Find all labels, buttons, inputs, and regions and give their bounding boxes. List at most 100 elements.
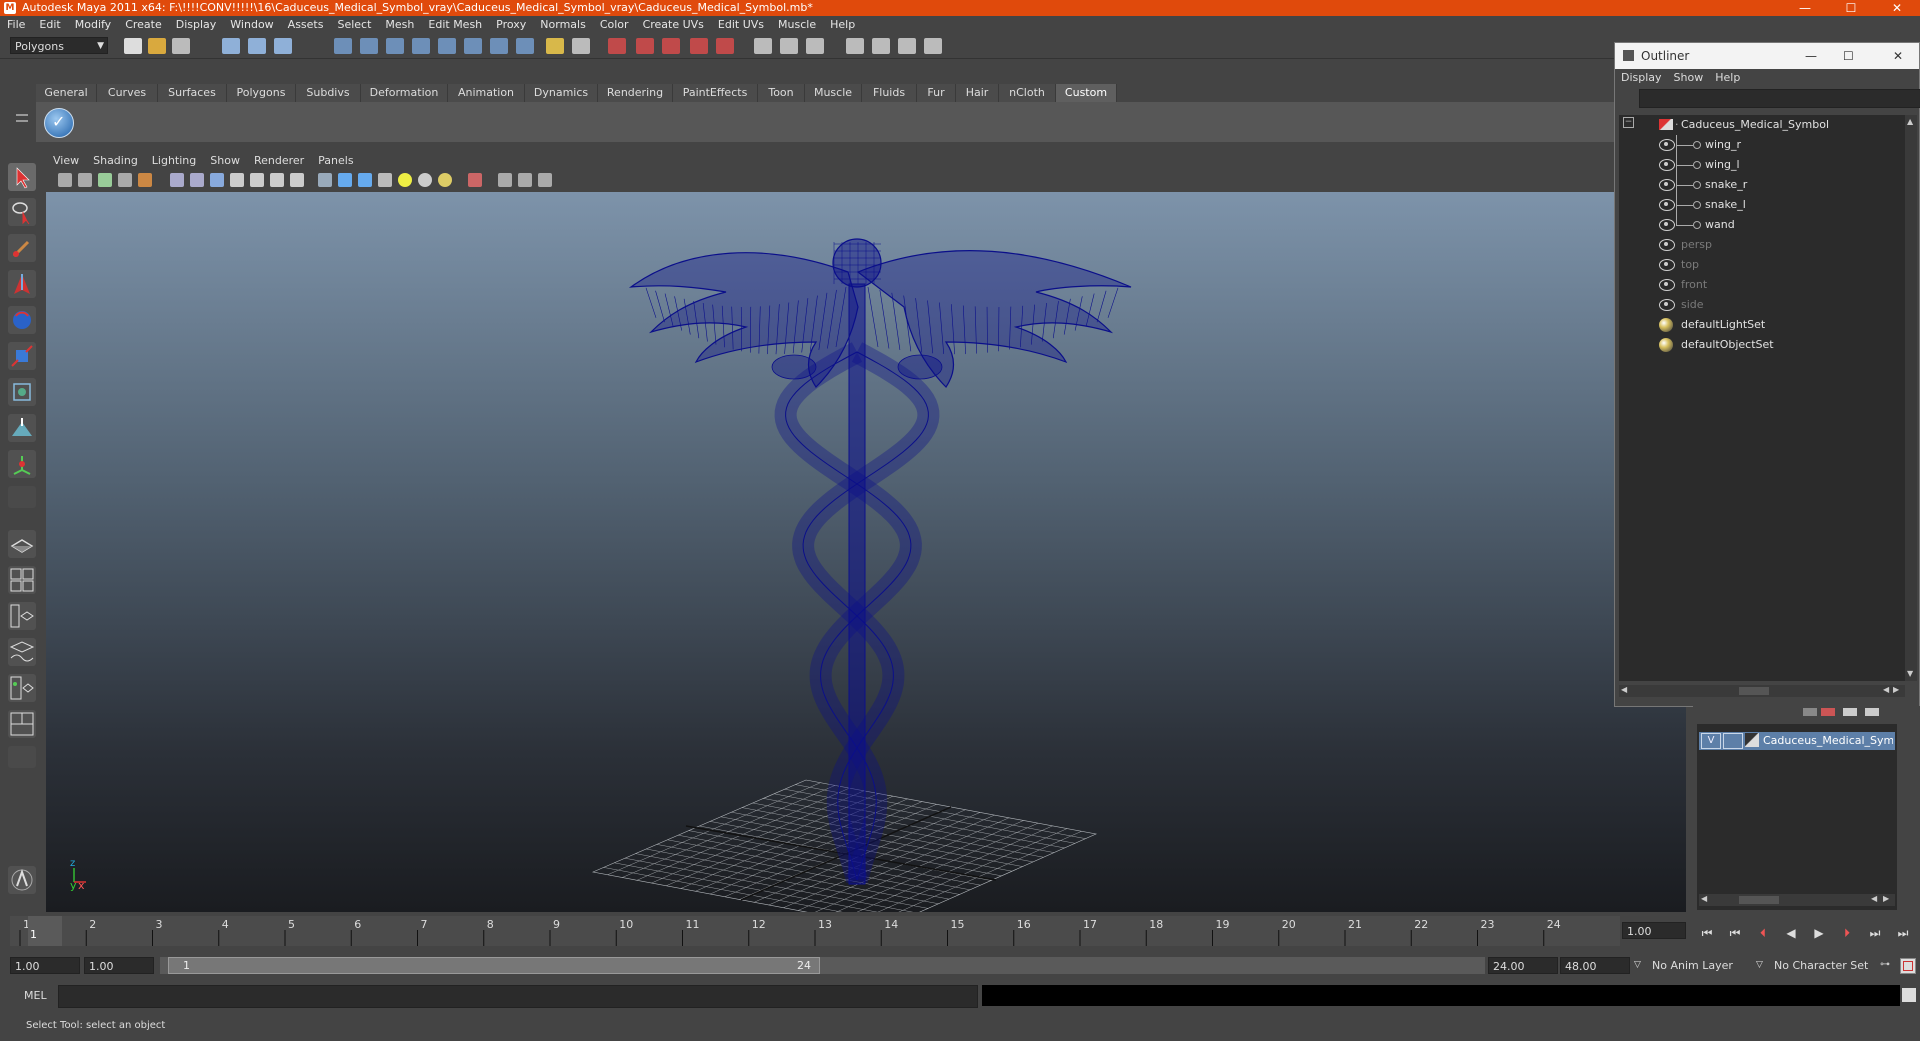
scroll-down-icon[interactable]: ▼ (1907, 669, 1913, 678)
menu-normals[interactable]: Normals (533, 16, 593, 34)
camera-select-icon[interactable] (58, 173, 72, 187)
snap-surface-icon[interactable] (464, 38, 482, 54)
step-forward-key-icon[interactable]: ⏭ (1864, 924, 1886, 942)
safe-title-icon[interactable] (290, 173, 304, 187)
step-forward-frame-icon[interactable]: ⏵ (1836, 924, 1858, 942)
menu-color[interactable]: Color (593, 16, 636, 34)
tab-muscle[interactable]: Muscle (805, 84, 862, 102)
rotate-tool-icon[interactable] (8, 306, 36, 334)
outliner-vertical-scrollbar[interactable]: ▲ ▼ (1905, 115, 1917, 681)
smooth-shading-icon[interactable] (338, 173, 352, 187)
menu-proxy[interactable]: Proxy (489, 16, 533, 34)
outliner-persp-layout-icon[interactable] (8, 602, 36, 630)
isolate-select-icon[interactable] (468, 173, 482, 187)
viewport-menu-show[interactable]: Show (203, 152, 247, 170)
tab-hair[interactable]: Hair (956, 84, 999, 102)
scroll-thumb[interactable] (1739, 687, 1769, 695)
wireframe-on-shaded-icon[interactable] (358, 173, 372, 187)
channel-box-icon[interactable] (806, 38, 824, 54)
scroll-left-icon[interactable]: ◀ (1871, 894, 1877, 903)
render-current-frame-icon[interactable] (608, 38, 626, 54)
preferences-icon[interactable] (1900, 958, 1916, 974)
play-forwards-icon[interactable]: ▶ (1808, 924, 1830, 942)
hypershade-persp-layout-icon[interactable] (8, 674, 36, 702)
minimize-button[interactable]: — (1782, 0, 1828, 16)
outliner-menu-help[interactable]: Help (1709, 69, 1746, 87)
menu-create-uvs[interactable]: Create UVs (636, 16, 711, 34)
anim-layer-dropdown[interactable]: ▽ No Anim Layer (1634, 957, 1756, 974)
character-set-dropdown[interactable]: ▽ No Character Set (1756, 957, 1876, 974)
current-frame-marker[interactable]: 1 (28, 916, 62, 946)
scroll-left-icon[interactable]: ◀ (1621, 685, 1627, 694)
menu-display[interactable]: Display (169, 16, 224, 34)
scroll-right-icon[interactable]: ◀ (1883, 685, 1889, 694)
scroll-right-icon[interactable]: ▶ (1893, 685, 1899, 694)
render-settings-icon[interactable] (662, 38, 680, 54)
animation-end-field[interactable]: 48.00 (1560, 957, 1630, 974)
close-button[interactable]: ✕ (1874, 0, 1920, 16)
default-lighting-icon[interactable] (398, 173, 412, 187)
gate-mask-icon[interactable] (250, 173, 264, 187)
menu-muscle[interactable]: Muscle (771, 16, 823, 34)
tab-rendering[interactable]: Rendering (598, 84, 673, 102)
select-mask-icon[interactable] (334, 38, 352, 54)
playback-start-field[interactable]: 1.00 (84, 957, 154, 974)
layer-row[interactable]: V Caduceus_Medical_Symb (1699, 732, 1895, 750)
tab-painteffects[interactable]: PaintEffects (673, 84, 758, 102)
snap-point-icon[interactable] (412, 38, 430, 54)
command-input[interactable] (58, 985, 978, 1008)
tab-surfaces[interactable]: Surfaces (158, 84, 227, 102)
wireframe-shading-icon[interactable] (318, 173, 332, 187)
select-by-hierarchy-icon[interactable] (222, 38, 240, 54)
go-to-end-icon[interactable]: ⏭ (1892, 924, 1914, 942)
ipr-render-icon[interactable] (636, 38, 654, 54)
high-quality-icon[interactable] (538, 173, 552, 187)
viewport-menu-view[interactable]: View (46, 152, 86, 170)
show-manipulator-icon[interactable] (8, 450, 36, 478)
menu-assets[interactable]: Assets (281, 16, 331, 34)
tool-settings-icon[interactable] (780, 38, 798, 54)
maximize-button[interactable]: ☐ (1828, 0, 1874, 16)
tab-fluids[interactable]: Fluids (862, 84, 917, 102)
open-scene-icon[interactable] (148, 38, 166, 54)
film-gate-icon[interactable] (210, 173, 224, 187)
render-region-icon[interactable] (716, 38, 734, 54)
quick-layout-icon[interactable] (8, 866, 36, 894)
tab-subdivs[interactable]: Subdivs (296, 84, 361, 102)
tab-animation[interactable]: Animation (448, 84, 525, 102)
scroll-thumb[interactable] (1739, 896, 1779, 904)
menu-mesh[interactable]: Mesh (378, 16, 421, 34)
attribute-editor-icon[interactable] (754, 38, 772, 54)
persp-graph-layout-icon[interactable] (8, 638, 36, 666)
soft-mod-tool-icon[interactable] (8, 414, 36, 442)
menu-create[interactable]: Create (118, 16, 169, 34)
layer-new-icon[interactable] (1821, 708, 1835, 716)
resolution-gate-icon[interactable] (230, 173, 244, 187)
grid-toggle-icon[interactable] (190, 173, 204, 187)
outliner-maximize-button[interactable]: ☐ (1843, 43, 1854, 69)
viewport-menu-renderer[interactable]: Renderer (247, 152, 311, 170)
collapse-toggle[interactable]: − (1623, 117, 1634, 128)
field-chart-icon[interactable] (270, 173, 284, 187)
current-time-field[interactable]: 1.00 (1622, 922, 1686, 939)
shelf-options[interactable] (10, 84, 34, 142)
menu-modify[interactable]: Modify (68, 16, 118, 34)
viewport-menu-panels[interactable]: Panels (311, 152, 360, 170)
outliner-close-button[interactable]: ✕ (1893, 43, 1903, 69)
menu-edit-mesh[interactable]: Edit Mesh (421, 16, 489, 34)
menu-select[interactable]: Select (330, 16, 378, 34)
tab-ncloth[interactable]: nCloth (999, 84, 1056, 102)
tab-custom[interactable]: Custom (1056, 84, 1117, 102)
tab-toon[interactable]: Toon (758, 84, 805, 102)
layer-editor-icon[interactable] (924, 38, 942, 54)
key-icon[interactable]: ⊶ (1880, 959, 1894, 971)
scale-tool-icon[interactable] (8, 342, 36, 370)
playback-end-field[interactable]: 24.00 (1488, 957, 1558, 974)
range-slider[interactable]: 1 24 (160, 957, 1485, 974)
viewport-menu-shading[interactable]: Shading (86, 152, 145, 170)
snap-plane-icon[interactable] (438, 38, 456, 54)
image-plane-icon[interactable] (118, 173, 132, 187)
layout-more-button[interactable] (8, 746, 36, 768)
viewport-menu-lighting[interactable]: Lighting (145, 152, 203, 170)
menu-set-selector[interactable]: Polygons ▼ (10, 37, 108, 54)
